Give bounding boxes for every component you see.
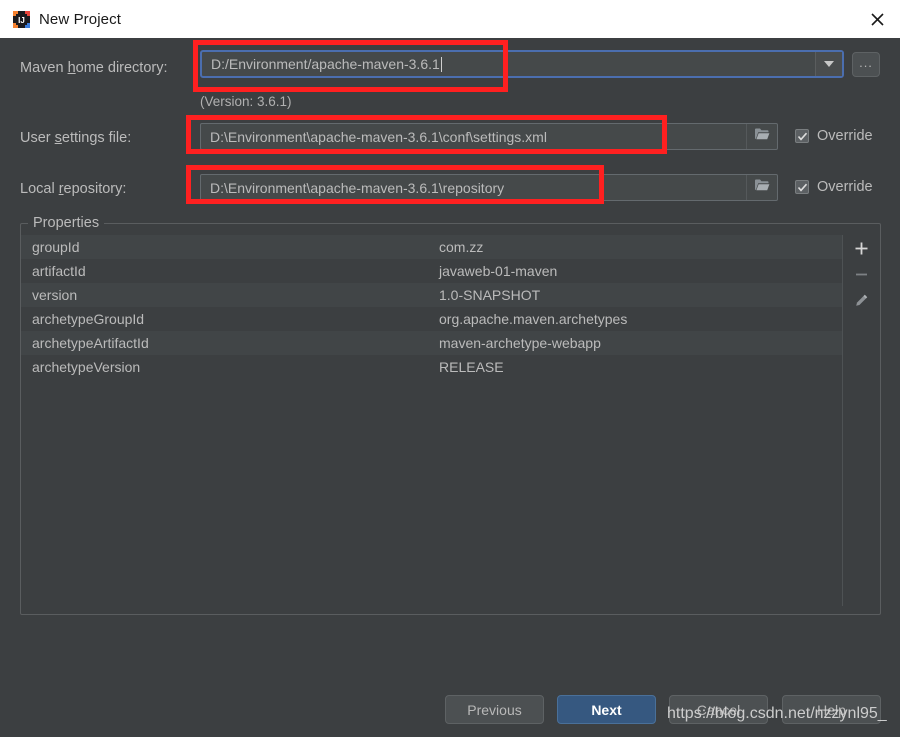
local-repository-label: Local repository: <box>20 181 126 197</box>
user-settings-browse-button[interactable] <box>746 124 777 149</box>
user-settings-label: User settings file: <box>20 130 131 146</box>
local-repository-label-prefix: Local <box>20 181 59 197</box>
property-key: artifactId <box>32 263 86 279</box>
maven-home-label-row: Maven home directory: <box>20 60 168 76</box>
close-icon <box>870 12 884 26</box>
ellipsis-icon: ... <box>859 55 873 70</box>
local-repository-override-checkbox[interactable]: Override <box>795 179 873 195</box>
maven-home-input-value: D:/Environment/apache-maven-3.6.1 <box>211 56 440 72</box>
folder-icon <box>754 127 770 146</box>
window-title: New Project <box>39 10 121 28</box>
properties-group-title: Properties <box>28 215 105 231</box>
property-value: javaweb-01-maven <box>439 263 558 279</box>
next-button[interactable]: Next <box>557 695 656 724</box>
table-row[interactable]: archetypeVersion RELEASE <box>21 355 842 379</box>
maven-home-label: Maven home directory: <box>20 60 168 76</box>
chevron-down-icon <box>824 61 834 67</box>
table-row[interactable]: archetypeArtifactId maven-archetype-weba… <box>21 331 842 355</box>
property-value: 1.0-SNAPSHOT <box>439 287 541 303</box>
properties-table-empty-area <box>21 379 842 606</box>
edit-property-button[interactable] <box>847 290 877 316</box>
minus-icon <box>854 267 869 287</box>
maven-version-note: (Version: 3.6.1) <box>200 94 292 109</box>
previous-button[interactable]: Previous <box>445 695 544 724</box>
property-key: archetypeVersion <box>32 359 141 375</box>
table-row[interactable]: artifactId javaweb-01-maven <box>21 259 842 283</box>
add-property-button[interactable] <box>847 238 877 264</box>
property-value: maven-archetype-webapp <box>439 335 601 351</box>
user-settings-label-prefix: User <box>20 130 55 146</box>
local-repository-label-row: Local repository: <box>20 181 126 197</box>
local-repository-field[interactable]: D:\Environment\apache-maven-3.6.1\reposi… <box>200 174 778 201</box>
table-row[interactable]: groupId com.zz <box>21 235 842 259</box>
remove-property-button[interactable] <box>847 264 877 290</box>
properties-toolbar <box>842 235 880 606</box>
user-settings-value[interactable]: D:\Environment\apache-maven-3.6.1\conf\s… <box>201 129 746 145</box>
maven-home-dropdown-button[interactable] <box>815 52 842 76</box>
maven-home-input[interactable]: D:/Environment/apache-maven-3.6.1 <box>202 56 815 72</box>
dialog-content: Maven home directory: D:/Environment/apa… <box>0 38 900 737</box>
table-row[interactable]: archetypeGroupId org.apache.maven.archet… <box>21 307 842 331</box>
properties-group: Properties groupId com.zz artifactId jav… <box>20 215 881 615</box>
maven-home-browse-button[interactable]: ... <box>852 52 880 77</box>
checkbox-checked-icon <box>795 180 809 194</box>
local-repository-label-suffix: epository: <box>63 181 127 197</box>
user-settings-field[interactable]: D:\Environment\apache-maven-3.6.1\conf\s… <box>200 123 778 150</box>
local-repository-browse-button[interactable] <box>746 175 777 200</box>
user-settings-label-mnemonic: s <box>54 130 62 146</box>
maven-home-label-suffix: ome directory: <box>75 60 168 76</box>
maven-home-label-mnemonic: h <box>67 60 76 76</box>
properties-table: groupId com.zz artifactId javaweb-01-mav… <box>21 235 880 606</box>
user-settings-label-row: User settings file: <box>20 130 131 146</box>
property-key: archetypeArtifactId <box>32 335 149 351</box>
properties-table-body[interactable]: groupId com.zz artifactId javaweb-01-mav… <box>21 235 842 606</box>
maven-home-combobox[interactable]: D:/Environment/apache-maven-3.6.1 <box>200 50 844 78</box>
user-settings-override-label: Override <box>817 128 873 144</box>
intellij-idea-icon: IJ <box>13 10 30 28</box>
property-key: archetypeGroupId <box>32 311 145 327</box>
folder-icon <box>754 178 770 197</box>
property-value: com.zz <box>439 239 484 255</box>
table-row[interactable]: version 1.0-SNAPSHOT <box>21 283 842 307</box>
local-repository-value[interactable]: D:\Environment\apache-maven-3.6.1\reposi… <box>201 180 746 196</box>
pencil-icon <box>854 293 869 313</box>
text-caret <box>440 57 442 72</box>
svg-text:IJ: IJ <box>18 16 25 25</box>
property-value: RELEASE <box>439 359 504 375</box>
close-button[interactable] <box>854 0 900 38</box>
title-bar: IJ New Project <box>0 0 900 38</box>
property-value: org.apache.maven.archetypes <box>439 311 628 327</box>
local-repository-override-label: Override <box>817 179 873 195</box>
new-project-dialog: IJ New Project Maven home directory: D:/… <box>0 0 900 737</box>
cut-off-bottom-row <box>120 729 780 737</box>
plus-icon <box>854 241 869 261</box>
property-key: groupId <box>32 239 80 255</box>
checkbox-checked-icon <box>795 129 809 143</box>
watermark: https://blog.csdn.net/nzzynl95_ <box>667 705 887 722</box>
user-settings-label-suffix: ettings file: <box>61 130 132 146</box>
user-settings-override-checkbox[interactable]: Override <box>795 128 873 144</box>
property-key: version <box>32 287 78 303</box>
maven-home-label-prefix: Maven <box>20 60 68 76</box>
